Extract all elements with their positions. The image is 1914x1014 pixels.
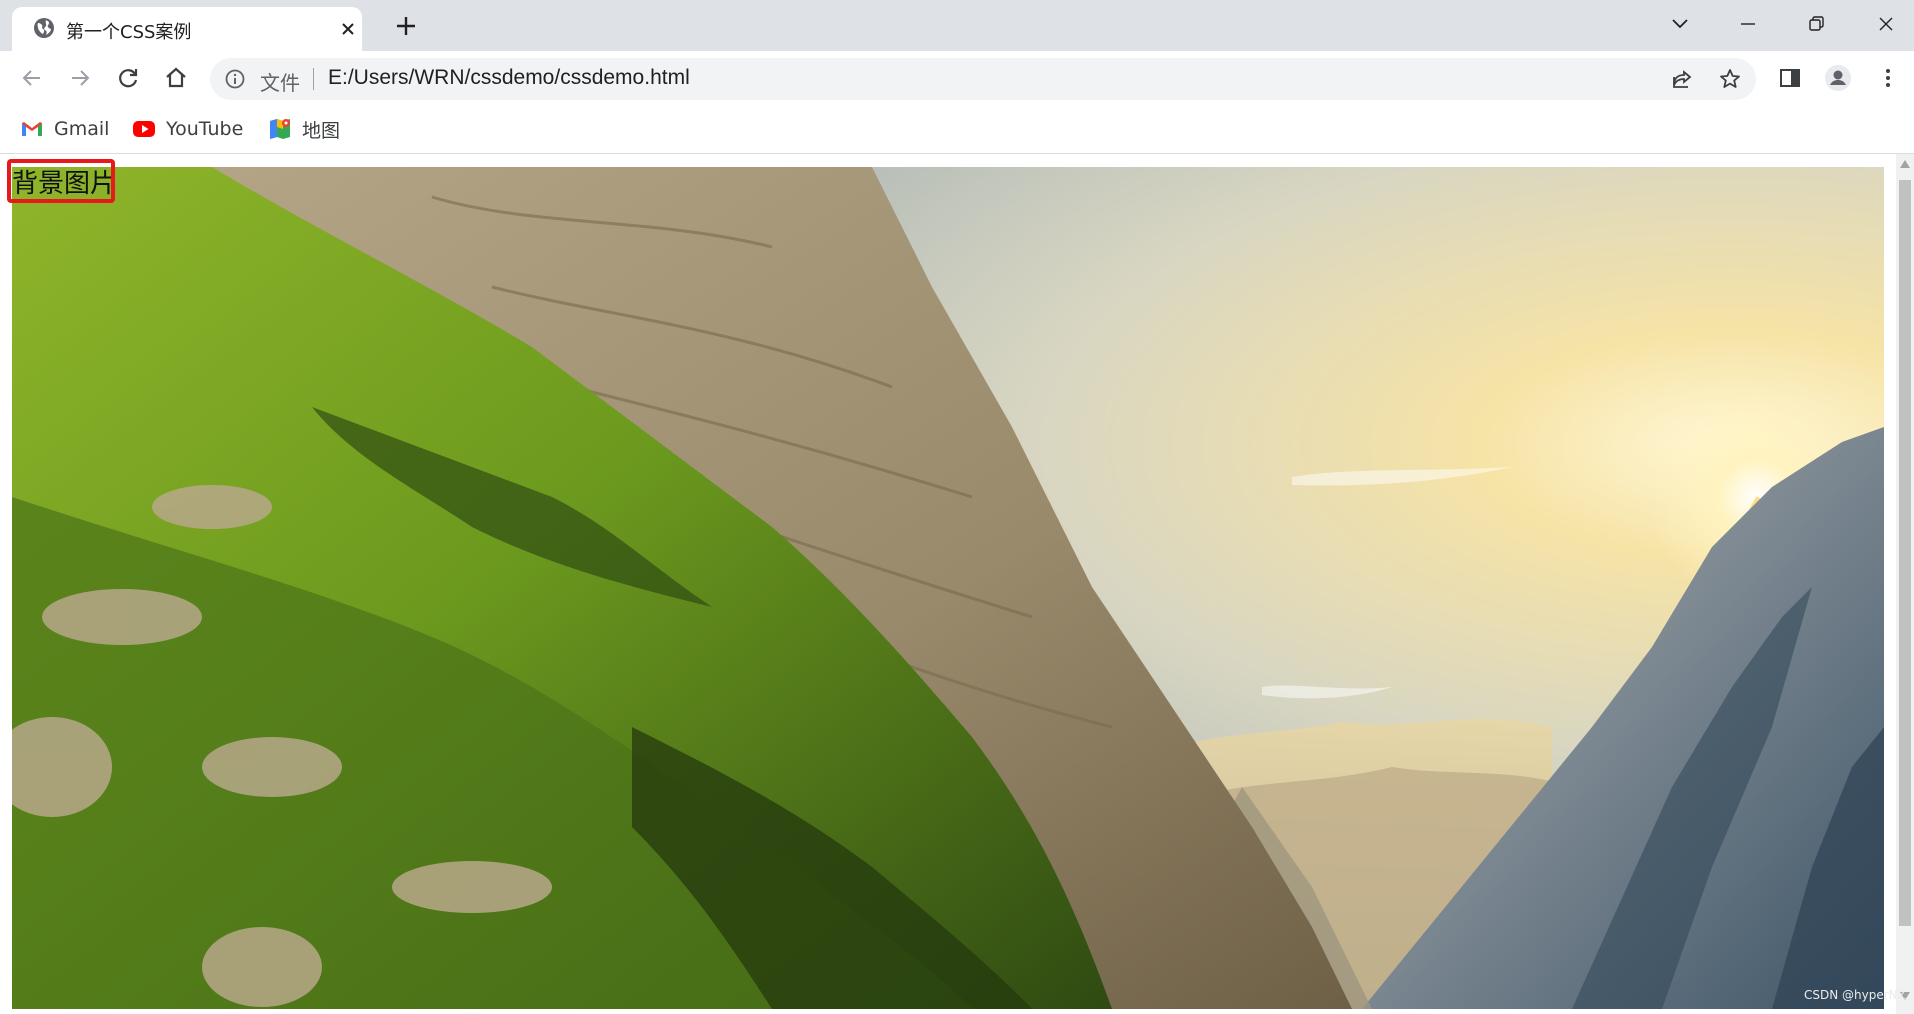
browser-toolbar: 文件 E:/Users/WRN/cssdemo/cssdemo.html [0, 51, 1914, 105]
tab-search-icon[interactable] [1666, 10, 1694, 38]
maps-icon [270, 119, 290, 139]
info-icon[interactable] [224, 68, 246, 90]
close-window-icon[interactable] [1872, 10, 1900, 38]
menu-kebab-icon[interactable] [1874, 64, 1902, 92]
bookmark-star-icon[interactable] [1718, 67, 1742, 91]
bookmark-gmail[interactable]: Gmail [20, 115, 109, 143]
background-image [12, 167, 1884, 1009]
tab-title: 第一个CSS案例 [66, 22, 192, 43]
home-icon[interactable] [162, 64, 190, 92]
address-bar[interactable]: 文件 E:/Users/WRN/cssdemo/cssdemo.html [210, 58, 1756, 100]
bookmark-maps[interactable]: 地图 [268, 115, 340, 143]
watermark: CSDN @hyperNZ [1804, 988, 1906, 1002]
scroll-up-arrow-icon[interactable] [1900, 160, 1910, 168]
vertical-scrollbar[interactable] [1896, 154, 1914, 1014]
share-icon[interactable] [1670, 67, 1694, 91]
minimize-icon[interactable] [1734, 10, 1762, 38]
gmail-icon [22, 122, 42, 136]
scrollbar-thumb[interactable] [1899, 180, 1911, 926]
bookmark-label: 地图 [302, 119, 341, 142]
page-viewport: 背景图片 [0, 154, 1894, 1014]
close-icon [342, 23, 354, 35]
profile-avatar-icon[interactable] [1824, 64, 1852, 92]
globe-icon [34, 18, 54, 38]
browser-tab[interactable]: 第一个CSS案例 [12, 7, 362, 51]
mountain-landscape-illustration [12, 167, 1884, 1009]
tab-strip: 第一个CSS案例 [0, 0, 1914, 51]
url-text[interactable]: E:/Users/WRN/cssdemo/cssdemo.html [328, 66, 690, 90]
bookmark-label: YouTube [166, 118, 244, 140]
restore-icon[interactable] [1802, 10, 1830, 38]
youtube-icon [133, 121, 155, 137]
side-panel-icon[interactable] [1776, 64, 1804, 92]
new-tab-button[interactable] [392, 12, 420, 40]
reload-icon[interactable] [114, 64, 142, 92]
bookmarks-bar: Gmail YouTube 地图 [0, 105, 1914, 154]
back-arrow-icon[interactable] [18, 64, 46, 92]
bookmark-label: Gmail [54, 118, 110, 140]
bookmark-youtube[interactable]: YouTube [132, 115, 243, 143]
close-tab-button[interactable] [337, 18, 359, 40]
highlight-box [7, 159, 115, 203]
forward-arrow-icon[interactable] [66, 64, 94, 92]
scheme-label: 文件 [260, 71, 300, 95]
address-separator [313, 68, 314, 90]
